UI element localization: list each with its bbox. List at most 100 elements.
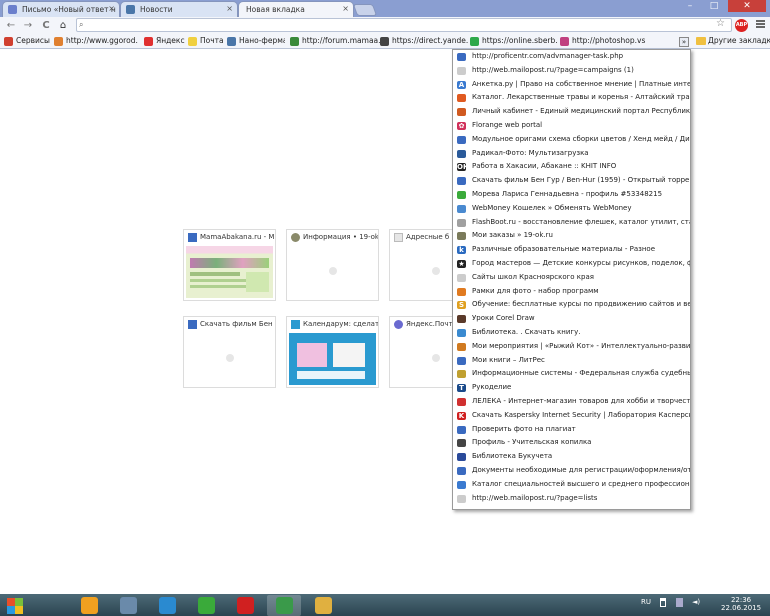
back-button[interactable]: ← <box>4 19 18 32</box>
page-icon <box>457 66 466 75</box>
adblock-icon[interactable]: ABP <box>735 19 748 32</box>
tab-new-tab[interactable]: Новая вкладка × <box>238 1 354 17</box>
menu-bookmark-item[interactable]: Мои книги – ЛитРес <box>453 354 690 368</box>
bookmark-item[interactable]: https://direct.yande... <box>380 36 468 48</box>
menu-icon[interactable] <box>756 20 765 29</box>
tab-mail[interactable]: Письмо «Новый ответ н × <box>2 1 120 17</box>
bookmark-item[interactable]: Нано-ферма <box>227 36 285 48</box>
menu-bookmark-item[interactable]: Документы необходимые для регистрации/оф… <box>453 464 690 478</box>
most-visited-tile[interactable]: MamaAbakana.ru - М <box>183 229 276 301</box>
menu-bookmark-item[interactable]: ЛЕЛЕКА - Интернет-магазин товаров для хо… <box>453 395 690 409</box>
bookmark-item[interactable]: http://photoshop.vs... <box>560 36 646 48</box>
taskbar-app-button[interactable] <box>306 595 340 616</box>
calculator-icon <box>120 597 137 614</box>
flag-icon[interactable] <box>660 598 666 607</box>
taskbar-app-button[interactable] <box>72 595 106 616</box>
menu-item-label: http://proficentr.com/advmanager-task.ph… <box>472 52 624 60</box>
menu-item-label: Уроки Corel Draw <box>472 314 535 323</box>
tab-news[interactable]: Новости × <box>120 1 238 17</box>
loading-dot <box>329 267 337 275</box>
start-button[interactable] <box>2 594 26 616</box>
menu-bookmark-item[interactable]: http://web.mailopost.ru/?page=lists <box>453 492 690 506</box>
menu-bookmark-item[interactable]: ✿ Florange web portal <box>453 119 690 133</box>
menu-item-label: Сайты школ Красноярского края <box>472 272 594 281</box>
menu-bookmark-item[interactable]: Уроки Corel Draw <box>453 312 690 326</box>
taskbar-app-button[interactable] <box>267 595 301 616</box>
chart-icon <box>457 53 466 61</box>
clock[interactable]: 22:36 22.06.2015 <box>721 596 761 612</box>
bookmark-star-icon[interactable]: ☆ <box>716 18 725 29</box>
reload-button[interactable]: C <box>39 19 53 32</box>
home-button[interactable]: ⌂ <box>56 19 70 32</box>
menu-item-label: Радикал-Фото: Мультизагрузка <box>472 148 589 157</box>
network-icon[interactable] <box>676 598 683 607</box>
yandex-icon <box>144 37 153 46</box>
menu-bookmark-item[interactable]: S Обучение: бесплатные курсы по продвижен… <box>453 298 690 312</box>
maximize-button[interactable]: □ <box>704 0 724 12</box>
menu-bookmark-item[interactable]: Морева Лариса Геннадьевна - профиль #533… <box>453 188 690 202</box>
bookmark-item[interactable]: Почта <box>188 36 226 48</box>
taskbar-app-button[interactable] <box>189 595 223 616</box>
menu-bookmark-item[interactable]: A Анкетка.ру | Право на собственное мнени… <box>453 78 690 92</box>
taskbar-app-button[interactable] <box>228 595 262 616</box>
menu-bookmark-item[interactable]: Мои мероприятия | «Рыжий Кот» - Интеллек… <box>453 340 690 354</box>
menu-item-label: Рамки для фото - набор программ <box>472 286 599 295</box>
language-indicator[interactable]: RU <box>641 598 651 606</box>
menu-bookmark-item[interactable]: Рамки для фото - набор программ <box>453 285 690 299</box>
menu-bookmark-item[interactable]: Библиотека Букучета <box>453 450 690 464</box>
menu-bookmark-item[interactable]: T Рукоделие <box>453 381 690 395</box>
menu-bookmark-item[interactable]: Информационные системы - Федеральная слу… <box>453 367 690 381</box>
menu-bookmark-item[interactable]: Мои заказы » 19-ok.ru <box>453 229 690 243</box>
site-thumbnail <box>186 246 273 298</box>
menu-bookmark-item[interactable]: WebMoney Кошелек » Обменять WebMoney <box>453 202 690 216</box>
menu-bookmark-item[interactable]: Каталог специальностей высшего и среднег… <box>453 478 690 492</box>
most-visited-tile[interactable]: Календарум: сделат <box>286 316 379 388</box>
address-bar[interactable]: ⌕ <box>76 18 732 32</box>
leleka-icon <box>457 397 466 406</box>
forward-button[interactable]: → <box>21 19 35 32</box>
menu-bookmark-item[interactable]: Каталог. Лекарственные травы и коренья -… <box>453 91 690 105</box>
menu-bookmark-item[interactable]: Проверить фото на плагиат <box>453 423 690 437</box>
menu-bookmark-item[interactable]: ОК Работа в Хакасии, Абакане :: KHIT INFO <box>453 160 690 174</box>
bookmark-item[interactable]: https://online.sberb... <box>470 36 558 48</box>
menu-bookmark-item[interactable]: FlashBoot.ru - восстановление флешек, ка… <box>453 216 690 230</box>
menu-bookmark-item[interactable]: Модульное оригами схема сборки цветов / … <box>453 133 690 147</box>
other-bookmarks-folder[interactable]: Другие закладки <box>696 36 770 45</box>
menu-bookmark-item[interactable]: Сайты школ Красноярского края <box>453 271 690 285</box>
menu-bookmark-item[interactable]: Радикал-Фото: Мультизагрузка <box>453 147 690 161</box>
bookmark-item[interactable]: Яндекс <box>144 36 190 48</box>
menu-bookmark-item[interactable]: Личный кабинет - Единый медицинский порт… <box>453 105 690 119</box>
circle-icon <box>457 94 466 103</box>
loading-dot <box>226 354 234 362</box>
menu-bookmark-item[interactable]: http://proficentr.com/advmanager-task.ph… <box>453 50 690 64</box>
menu-bookmark-item[interactable]: K Скачать Kaspersky Internet Security | Л… <box>453 409 690 423</box>
new-tab-button[interactable] <box>352 4 378 16</box>
menu-bookmark-item[interactable]: Библиотека. . Скачать книгу. <box>453 326 690 340</box>
close-icon[interactable]: × <box>342 4 349 13</box>
minimize-button[interactable]: – <box>680 0 700 12</box>
menu-bookmark-item[interactable]: Скачать фильм Бен Гур / Ben-Hur (1959) -… <box>453 174 690 188</box>
bookmarks-overflow-button[interactable]: » <box>679 37 689 47</box>
flash-icon <box>457 218 466 227</box>
close-icon[interactable]: × <box>226 4 233 13</box>
menu-item-label: Библиотека. . Скачать книгу. <box>472 327 581 336</box>
menu-bookmark-item[interactable]: k Различные образовательные материалы - Р… <box>453 243 690 257</box>
address-input[interactable] <box>90 19 690 31</box>
most-visited-tile[interactable]: Скачать фильм Бен <box>183 316 276 388</box>
menu-bookmark-item[interactable]: http://web.mailopost.ru/?page=campaigns … <box>453 64 690 78</box>
taskbar-app-button[interactable] <box>111 595 145 616</box>
taskbar-app-button[interactable] <box>150 595 184 616</box>
most-visited-tile[interactable]: Информация • 19-ok <box>286 229 379 301</box>
close-window-button[interactable]: ✕ <box>728 0 766 12</box>
menu-item-label: http://web.mailopost.ru/?page=campaigns … <box>472 65 634 74</box>
bookmark-item[interactable]: http://www.ggorod... <box>54 36 138 48</box>
bookmark-item[interactable]: http://forum.mamaa... <box>290 36 380 48</box>
menu-bookmark-item[interactable]: ★ Город мастеров — Детские конкурсы рисун… <box>453 257 690 271</box>
bookmark-item[interactable]: Сервисы <box>4 36 52 48</box>
sber-icon <box>470 37 479 46</box>
menu-bookmark-item[interactable]: Профиль - Учительская копилка <box>453 436 690 450</box>
volume-icon[interactable]: ◄) <box>692 598 700 606</box>
toolbar: ← → C ⌂ ⌕ ☆ ABP <box>0 17 770 34</box>
menu-item-label: Морева Лариса Геннадьевна - профиль #533… <box>472 189 663 198</box>
close-icon[interactable]: × <box>108 4 115 13</box>
